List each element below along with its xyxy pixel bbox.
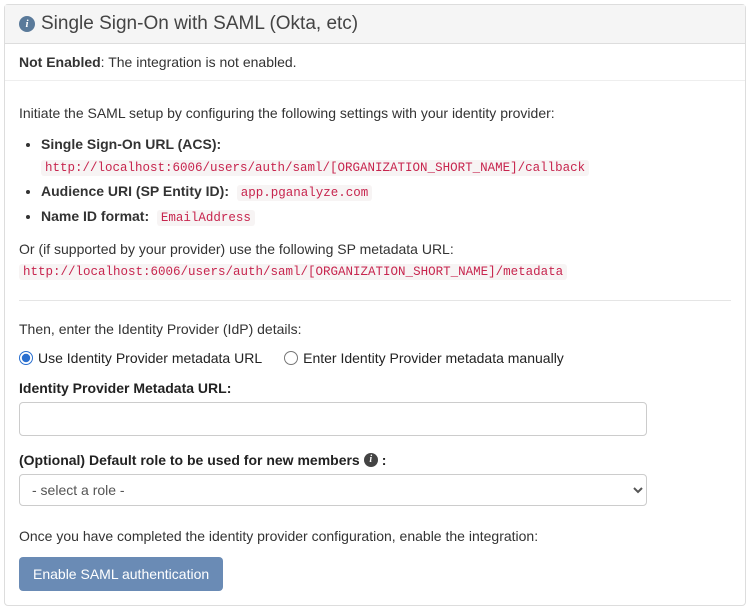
- setup-intro: Initiate the SAML setup by configuring t…: [19, 103, 731, 124]
- default-role-field-label: (Optional) Default role to be used for n…: [19, 452, 731, 468]
- setup-list: Single Sign-On URL (ACS): http://localho…: [19, 134, 731, 229]
- card-body: Initiate the SAML setup by configuring t…: [5, 81, 745, 605]
- audience-label: Audience URI (SP Entity ID):: [41, 183, 229, 199]
- info-icon[interactable]: i: [364, 453, 378, 467]
- default-role-colon: :: [382, 452, 387, 468]
- sso-url-label: Single Sign-On URL (ACS):: [41, 136, 221, 152]
- status-bar: Not Enabled: The integration is not enab…: [5, 44, 745, 81]
- info-icon: i: [19, 16, 35, 32]
- enable-saml-button[interactable]: Enable SAML authentication: [19, 557, 223, 591]
- saml-settings-card: i Single Sign-On with SAML (Okta, etc) N…: [4, 4, 746, 606]
- nameid-value: EmailAddress: [157, 210, 255, 226]
- card-title: Single Sign-On with SAML (Okta, etc): [41, 13, 358, 35]
- sso-url-value: http://localhost:6006/users/auth/saml/[O…: [41, 160, 589, 176]
- list-item: Audience URI (SP Entity ID): app.pganaly…: [41, 181, 731, 203]
- enable-instruction: Once you have completed the identity pro…: [19, 526, 731, 547]
- divider: [19, 300, 731, 301]
- idp-url-field-label: Identity Provider Metadata URL:: [19, 380, 731, 396]
- radio-url-label: Use Identity Provider metadata URL: [38, 350, 262, 366]
- idp-metadata-url-input[interactable]: [19, 402, 647, 436]
- metadata-url-value: http://localhost:6006/users/auth/saml/[O…: [19, 264, 567, 280]
- status-message: : The integration is not enabled.: [101, 54, 297, 70]
- radio-url-input[interactable]: [19, 351, 33, 365]
- idp-intro: Then, enter the Identity Provider (IdP) …: [19, 319, 731, 340]
- alt-intro: Or (if supported by your provider) use t…: [19, 239, 731, 282]
- alt-intro-text: Or (if supported by your provider) use t…: [19, 241, 454, 257]
- radio-manual-label: Enter Identity Provider metadata manuall…: [303, 350, 564, 366]
- nameid-label: Name ID format:: [41, 208, 149, 224]
- radio-option-url[interactable]: Use Identity Provider metadata URL: [19, 350, 262, 366]
- list-item: Name ID format: EmailAddress: [41, 206, 731, 228]
- status-label: Not Enabled: [19, 54, 101, 70]
- list-item: Single Sign-On URL (ACS): http://localho…: [41, 134, 731, 178]
- audience-value: app.pganalyze.com: [237, 185, 373, 201]
- radio-option-manual[interactable]: Enter Identity Provider metadata manuall…: [284, 350, 564, 366]
- radio-manual-input[interactable]: [284, 351, 298, 365]
- idp-mode-radio-group: Use Identity Provider metadata URL Enter…: [19, 350, 731, 366]
- default-role-select[interactable]: - select a role -: [19, 474, 647, 506]
- default-role-label-text: (Optional) Default role to be used for n…: [19, 452, 360, 468]
- card-header: i Single Sign-On with SAML (Okta, etc): [5, 5, 745, 44]
